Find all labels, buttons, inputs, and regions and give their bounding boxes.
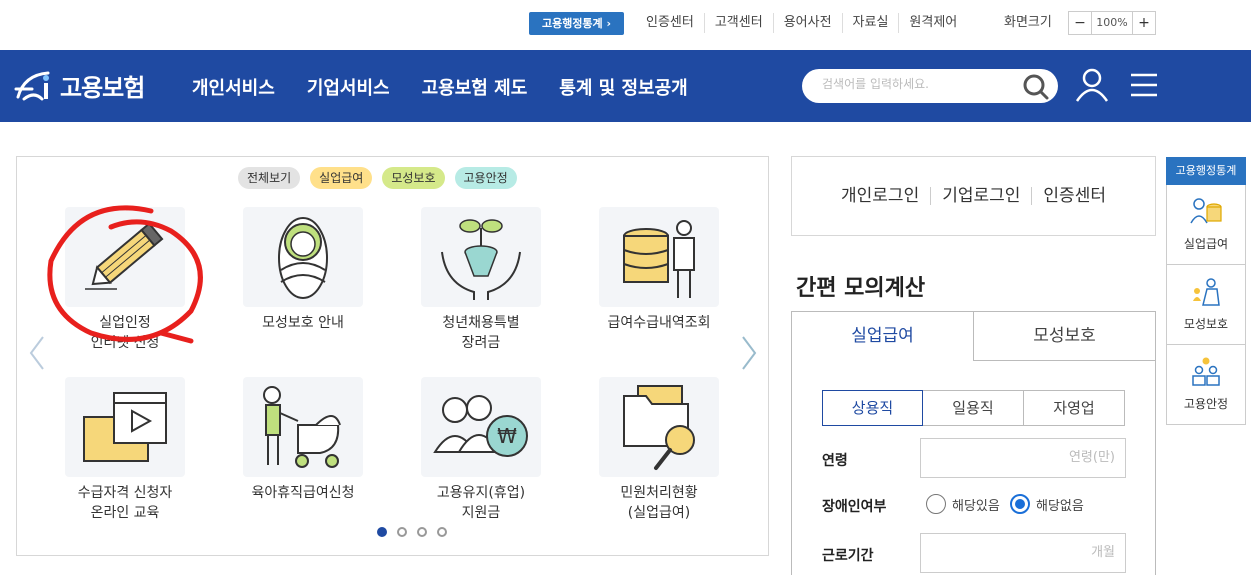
tile-label: 모성보호 안내 [262, 315, 344, 331]
tile-employment-retention[interactable]: ₩ 고용유지(휴업) 지원금 [421, 377, 541, 521]
calc-tabs: 실업급여 모성보호 [791, 311, 1156, 361]
stats-badge-link[interactable]: 고용행정통계 › [529, 12, 624, 35]
radio-label: 해당없음 [1036, 498, 1084, 514]
cert-center-link[interactable]: 인증센터 [1031, 187, 1117, 205]
service-panel: 전체보기 실업급여 모성보호 고용안정 실업인정 인터넷 신청 모성보호 안내 … [16, 156, 769, 556]
age-input[interactable]: 연령(만) [920, 438, 1126, 478]
carousel-next-icon[interactable] [739, 335, 759, 371]
radio-circle [926, 494, 946, 514]
category-all[interactable]: 전체보기 [238, 167, 301, 189]
main-header: 고용보험 개인서비스 기업서비스 고용보험 제도 통계 및 정보공개 [0, 50, 1251, 122]
quick-label: 고용안정 [1183, 397, 1229, 411]
nav-system[interactable]: 고용보험 제도 [422, 74, 528, 100]
quick-menu-header[interactable]: 고용행정통계 [1166, 157, 1246, 185]
logo-text: 고용보험 [60, 74, 145, 102]
coins-person-icon [1190, 198, 1222, 224]
baby-icon [278, 217, 328, 299]
site-logo[interactable]: 고용보험 [14, 68, 145, 103]
disability-label: 장애인여부 [822, 499, 887, 515]
tab-unemployment[interactable]: 실업급여 [791, 311, 974, 361]
utility-links: 인증센터 고객센터 용어사전 자료실 원격제어 [636, 13, 967, 33]
login-box: 개인로그인 기업로그인 인증센터 [791, 156, 1156, 236]
radio-circle-selected [1010, 494, 1030, 514]
utility-bar: 고용행정통계 › 인증센터 고객센터 용어사전 자료실 원격제어 화면크기 − … [0, 0, 1251, 50]
nav-stats[interactable]: 통계 및 정보공개 [559, 74, 687, 100]
quick-menu: 고용행정통계 실업급여 모성보호 고용안정 [1166, 157, 1246, 425]
pencil-icon [85, 222, 164, 290]
search-box [802, 69, 1058, 103]
tile-label: 실업인정 인터넷 신청 [90, 315, 160, 351]
people-won-icon: ₩ [433, 395, 528, 457]
stroller-icon [263, 386, 341, 468]
tile-benefit-history[interactable]: 급여수급내역조회 [599, 207, 719, 331]
subtab-daily[interactable]: 일용직 [923, 390, 1024, 426]
nav-personal[interactable]: 개인서비스 [192, 74, 275, 100]
util-link-remote[interactable]: 원격제어 [898, 13, 967, 33]
quick-maternity[interactable]: 모성보호 [1166, 265, 1246, 345]
category-maternity[interactable]: 모성보호 [382, 167, 445, 189]
quick-unemployment[interactable]: 실업급여 [1166, 185, 1246, 265]
tile-youth-employment[interactable]: 청년채용특별 장려금 [421, 207, 541, 351]
zoom-label: 화면크기 [1004, 15, 1052, 30]
quick-label: 실업급여 [1183, 237, 1229, 251]
sprout-hands-icon [441, 219, 521, 300]
util-link-glossary[interactable]: 용어사전 [772, 13, 842, 33]
category-stability[interactable]: 고용안정 [454, 167, 517, 189]
quick-label: 모성보호 [1183, 317, 1229, 331]
page-dot-1[interactable] [377, 527, 387, 537]
coins-person-icon [623, 220, 695, 298]
util-link-cert[interactable]: 인증센터 [636, 13, 704, 33]
tile-maternity-guide[interactable]: 모성보호 안내 [243, 207, 363, 331]
quick-stability[interactable]: 고용안정 [1166, 345, 1246, 425]
subtab-self-employed[interactable]: 자영업 [1024, 390, 1125, 426]
svg-text:₩: ₩ [497, 424, 517, 448]
tile-label: 청년채용특별 장려금 [442, 315, 520, 351]
zoom-out-button[interactable]: − [1069, 12, 1091, 34]
tile-label: 육아휴직급여신청 [251, 485, 355, 501]
disability-yes-radio[interactable]: 해당있음 [926, 494, 1000, 514]
logo-icon [14, 71, 50, 100]
main-nav: 개인서비스 기업서비스 고용보험 제도 통계 및 정보공개 [192, 74, 720, 100]
age-label: 연령 [822, 453, 848, 469]
group-icon [1192, 357, 1220, 386]
disability-no-radio[interactable]: 해당없음 [1010, 494, 1084, 514]
nav-business[interactable]: 기업서비스 [307, 74, 390, 100]
employment-type-tabs: 상용직 일용직 자영업 [822, 390, 1125, 426]
folder-search-icon [623, 385, 695, 470]
zoom-control: − 100% + [1068, 11, 1156, 35]
tile-complaint-status[interactable]: 민원처리현황 (실업급여) [599, 377, 719, 521]
util-link-archive[interactable]: 자료실 [841, 13, 899, 33]
zoom-value: 100% [1091, 12, 1133, 34]
search-icon[interactable] [1022, 73, 1050, 101]
calc-title: 간편 모의계산 [796, 276, 926, 301]
tile-label: 고용유지(휴업) 지원금 [436, 485, 526, 521]
period-input[interactable]: 개월 [920, 533, 1126, 573]
search-input[interactable] [822, 77, 1012, 91]
tile-unemployment-recognition[interactable]: 실업인정 인터넷 신청 [65, 207, 185, 351]
carousel-pagination [377, 527, 457, 537]
tile-label: 급여수급내역조회 [607, 315, 711, 331]
video-play-icon [83, 392, 167, 462]
period-label: 근로기간 [822, 548, 874, 564]
mother-child-icon [1193, 278, 1220, 306]
page-dot-4[interactable] [437, 527, 447, 537]
util-link-customer[interactable]: 고객센터 [703, 13, 773, 33]
category-filter: 전체보기 실업급여 모성보호 고용안정 [238, 167, 527, 189]
user-icon[interactable] [1074, 67, 1110, 103]
business-login-link[interactable]: 기업로그인 [930, 187, 1031, 205]
tile-label: 민원처리현황 (실업급여) [620, 485, 698, 521]
tile-label: 수급자격 신청자 온라인 교육 [77, 485, 173, 521]
category-unemployment[interactable]: 실업급여 [310, 167, 373, 189]
personal-login-link[interactable]: 개인로그인 [830, 187, 930, 205]
radio-label: 해당있음 [952, 498, 1000, 514]
tab-maternity[interactable]: 모성보호 [974, 311, 1156, 361]
page-dot-2[interactable] [397, 527, 407, 537]
tile-parental-leave[interactable]: 육아휴직급여신청 [243, 377, 363, 501]
calc-form: 상용직 일용직 자영업 연령 연령(만) 장애인여부 해당있음 해당없음 근로기… [791, 360, 1156, 575]
zoom-in-button[interactable]: + [1133, 12, 1155, 34]
hamburger-menu-icon[interactable] [1130, 72, 1158, 98]
tile-online-education[interactable]: 수급자격 신청자 온라인 교육 [65, 377, 185, 521]
subtab-regular[interactable]: 상용직 [822, 390, 923, 426]
page-dot-3[interactable] [417, 527, 427, 537]
